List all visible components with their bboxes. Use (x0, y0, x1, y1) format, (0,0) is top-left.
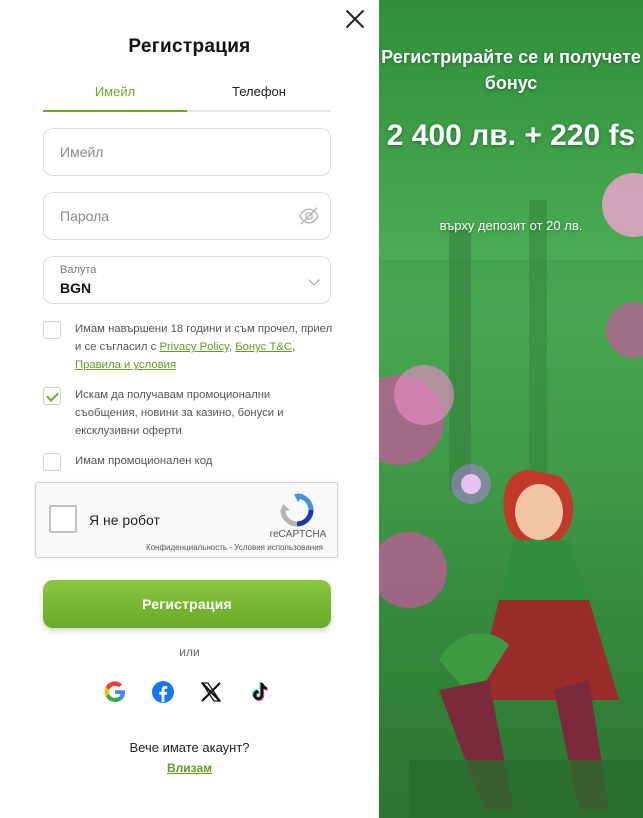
registration-panel: Регистрация Имейл Телефон Валута BGN Има… (0, 0, 379, 818)
currency-value: BGN (60, 280, 92, 296)
google-icon[interactable] (103, 680, 127, 704)
currency-label: Валута (60, 264, 97, 276)
privacy-policy-link[interactable]: Privacy Policy (159, 341, 228, 353)
x-icon[interactable] (199, 680, 223, 704)
or-divider: или (179, 645, 200, 659)
recaptcha-links[interactable]: Конфиденциальность - Условия использован… (36, 543, 323, 552)
tab-phone[interactable]: Телефон (187, 84, 331, 110)
facebook-icon[interactable] (151, 680, 175, 704)
promo-code-row: Имам промоционален код (43, 452, 333, 471)
promo-code-label: Имам промоционален код (75, 455, 213, 467)
terms-checkbox[interactable] (43, 321, 61, 339)
recaptcha-label: Я не робот (89, 512, 160, 528)
promo-consent-label: Искам да получавам промоционални съобщен… (75, 389, 284, 437)
currency-select[interactable]: Валута BGN (43, 256, 331, 304)
tiktok-icon[interactable] (247, 680, 271, 704)
rules-link[interactable]: Правила и условия (75, 359, 176, 371)
recaptcha-logo-icon (280, 493, 314, 527)
registration-tabs: Имейл Телефон (43, 84, 331, 112)
recaptcha-checkbox[interactable] (49, 505, 77, 533)
chevron-down-icon (308, 274, 320, 286)
terms-text: Имам навършени 18 години и съм прочел, п… (75, 323, 333, 371)
email-input[interactable] (60, 129, 290, 175)
eye-off-icon[interactable] (298, 205, 320, 227)
tab-email[interactable]: Имейл (43, 84, 187, 112)
promo-consent-row: Искам да получавам промоционални съобщен… (43, 386, 333, 440)
modal-title: Регистрация (128, 36, 251, 57)
promo-banner: Регистрирайте се и получете бонус 2 400 … (379, 0, 643, 818)
promo-amount: 2 400 лв. + 220 fs (386, 119, 636, 152)
email-field[interactable] (43, 128, 331, 176)
promo-code-checkbox[interactable] (43, 453, 61, 471)
promo-consent-checkbox[interactable] (43, 387, 61, 405)
register-button[interactable]: Регистрация (43, 580, 331, 628)
login-link[interactable]: Влизам (0, 761, 379, 775)
close-icon[interactable] (342, 6, 368, 32)
recaptcha-widget: Я не робот reCAPTCHA Конфиденциальность … (35, 482, 338, 558)
terms-row: Имам навършени 18 години и съм прочел, п… (43, 320, 333, 374)
password-field[interactable] (43, 192, 331, 240)
promo-condition: върху депозит от 20 лв. (439, 218, 583, 233)
have-account-text: Вече имате акаунт? (129, 740, 250, 755)
bonus-terms-link[interactable]: Бонус T&C (235, 341, 292, 353)
promo-headline: Регистрирайте се и получете бонус (381, 47, 641, 93)
password-input[interactable] (60, 193, 290, 239)
recaptcha-brand: reCAPTCHA (269, 529, 327, 540)
